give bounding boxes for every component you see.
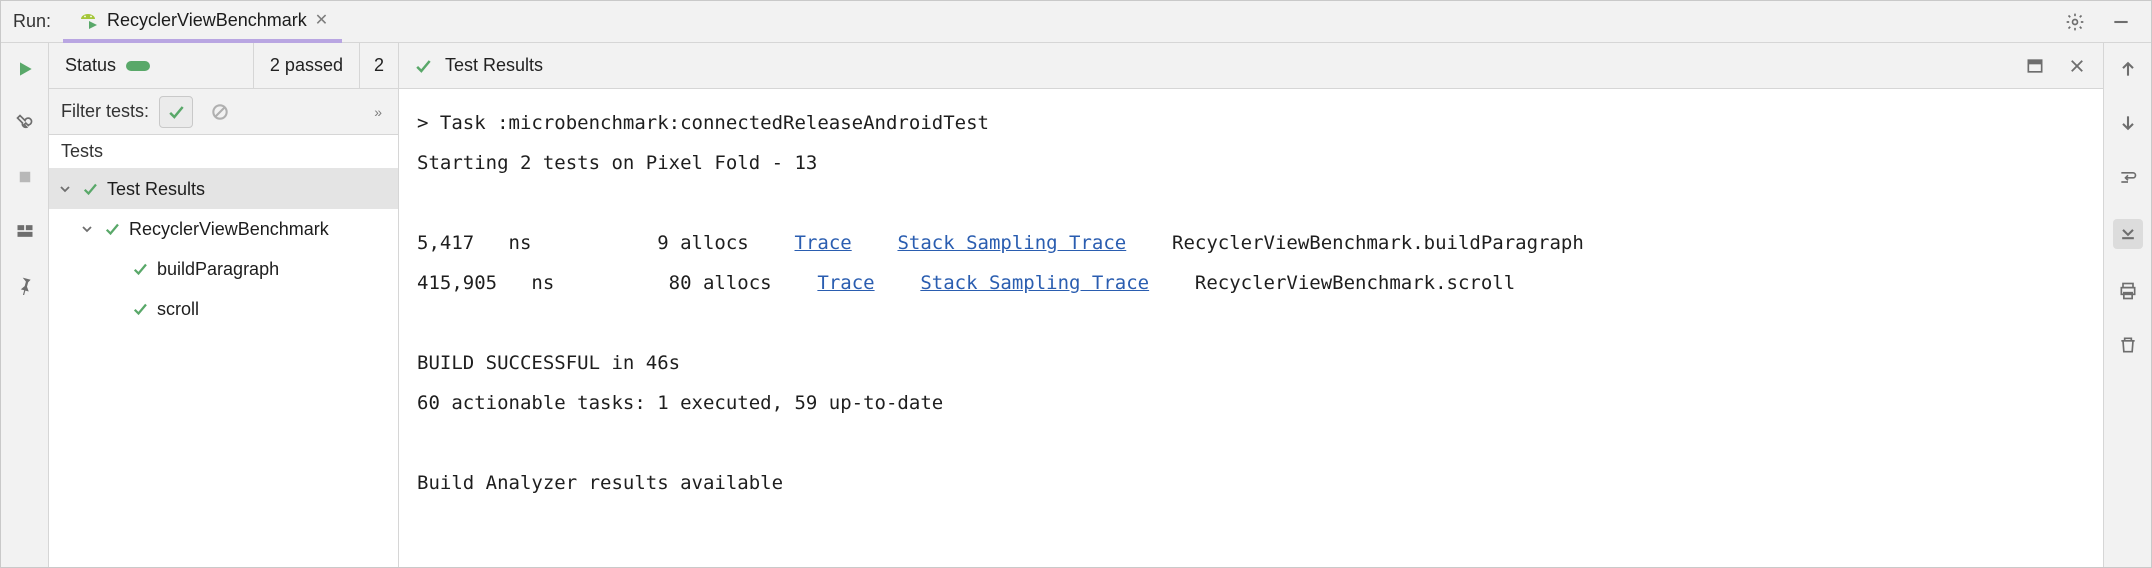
- console-line: BUILD SUCCESSFUL in 46s: [417, 352, 680, 374]
- console-output[interactable]: > Task :microbenchmark:connectedReleaseA…: [399, 89, 2103, 567]
- right-gutter: [2103, 43, 2151, 567]
- console-line: Starting 2 tests on Pixel Fold - 13: [417, 152, 817, 174]
- android-run-icon: [77, 9, 99, 31]
- check-icon: [131, 260, 149, 278]
- tree-test[interactable]: buildParagraph: [49, 249, 398, 289]
- console-line: > Task :microbenchmark:connectedReleaseA…: [417, 112, 989, 134]
- close-icon[interactable]: ✕: [315, 10, 328, 30]
- console-line: 5,417 ns 9 allocs Trace Stack Sampling T…: [417, 232, 1584, 254]
- layout-icon[interactable]: [13, 219, 37, 243]
- total-count: 2: [374, 55, 384, 76]
- arrow-up-icon[interactable]: [2116, 57, 2140, 81]
- tree-test-label: buildParagraph: [157, 259, 279, 280]
- chevron-down-icon[interactable]: [79, 221, 95, 237]
- wrench-icon[interactable]: [13, 111, 37, 135]
- tree-suite-label: RecyclerViewBenchmark: [129, 219, 329, 240]
- status-row: Status 2 passed 2: [49, 43, 398, 89]
- main-panel: Test Results > Task :microbenchmark:conn…: [399, 43, 2103, 567]
- minimize-icon[interactable]: [2109, 10, 2133, 34]
- tests-tree[interactable]: Test Results RecyclerViewBenchmark build…: [49, 169, 398, 567]
- status-pill-icon: [126, 61, 150, 71]
- run-label: Run:: [1, 11, 63, 32]
- status-label: Status: [65, 55, 116, 76]
- left-gutter: [1, 43, 49, 567]
- run-icon[interactable]: [13, 57, 37, 81]
- main-header: Test Results: [399, 43, 2103, 89]
- trace-link[interactable]: Trace: [795, 232, 852, 254]
- filter-label: Filter tests:: [61, 101, 149, 122]
- pin-icon[interactable]: [13, 273, 37, 297]
- stack-trace-link[interactable]: Stack Sampling Trace: [920, 272, 1149, 294]
- trash-icon[interactable]: [2116, 333, 2140, 357]
- trace-link[interactable]: Trace: [817, 272, 874, 294]
- stack-trace-link[interactable]: Stack Sampling Trace: [897, 232, 1126, 254]
- passed-count: 2 passed: [270, 55, 343, 76]
- console-line: Build Analyzer results available: [417, 472, 783, 494]
- check-icon: [131, 300, 149, 318]
- check-icon: [103, 220, 121, 238]
- chevron-down-icon[interactable]: [57, 181, 73, 197]
- top-bar: Run: RecyclerViewBenchmark ✕: [1, 1, 2151, 43]
- scroll-to-end-icon[interactable]: [2113, 219, 2143, 249]
- run-config-tab[interactable]: RecyclerViewBenchmark ✕: [63, 2, 342, 43]
- tree-test[interactable]: scroll: [49, 289, 398, 329]
- run-config-name: RecyclerViewBenchmark: [107, 10, 307, 31]
- gear-icon[interactable]: [2063, 10, 2087, 34]
- tests-header: Tests: [49, 135, 398, 169]
- show-ignored-button[interactable]: [203, 96, 237, 128]
- arrow-down-icon[interactable]: [2116, 111, 2140, 135]
- check-icon: [413, 56, 433, 76]
- tests-panel: Status 2 passed 2 Filter tests: » Tests: [49, 43, 399, 567]
- layout-toggle-icon[interactable]: [2023, 54, 2047, 78]
- print-icon[interactable]: [2116, 279, 2140, 303]
- tree-suite[interactable]: RecyclerViewBenchmark: [49, 209, 398, 249]
- show-passed-button[interactable]: [159, 96, 193, 128]
- stop-icon[interactable]: [13, 165, 37, 189]
- expand-more-icon[interactable]: »: [374, 104, 386, 120]
- console-line: 415,905 ns 80 allocs Trace Stack Samplin…: [417, 272, 1515, 294]
- soft-wrap-icon[interactable]: [2116, 165, 2140, 189]
- tree-root-label: Test Results: [107, 179, 205, 200]
- tree-root[interactable]: Test Results: [49, 169, 398, 209]
- console-line: 60 actionable tasks: 1 executed, 59 up-t…: [417, 392, 943, 414]
- filter-row: Filter tests: »: [49, 89, 398, 135]
- check-icon: [81, 180, 99, 198]
- tree-test-label: scroll: [157, 299, 199, 320]
- main-title: Test Results: [445, 55, 543, 76]
- close-icon[interactable]: [2065, 54, 2089, 78]
